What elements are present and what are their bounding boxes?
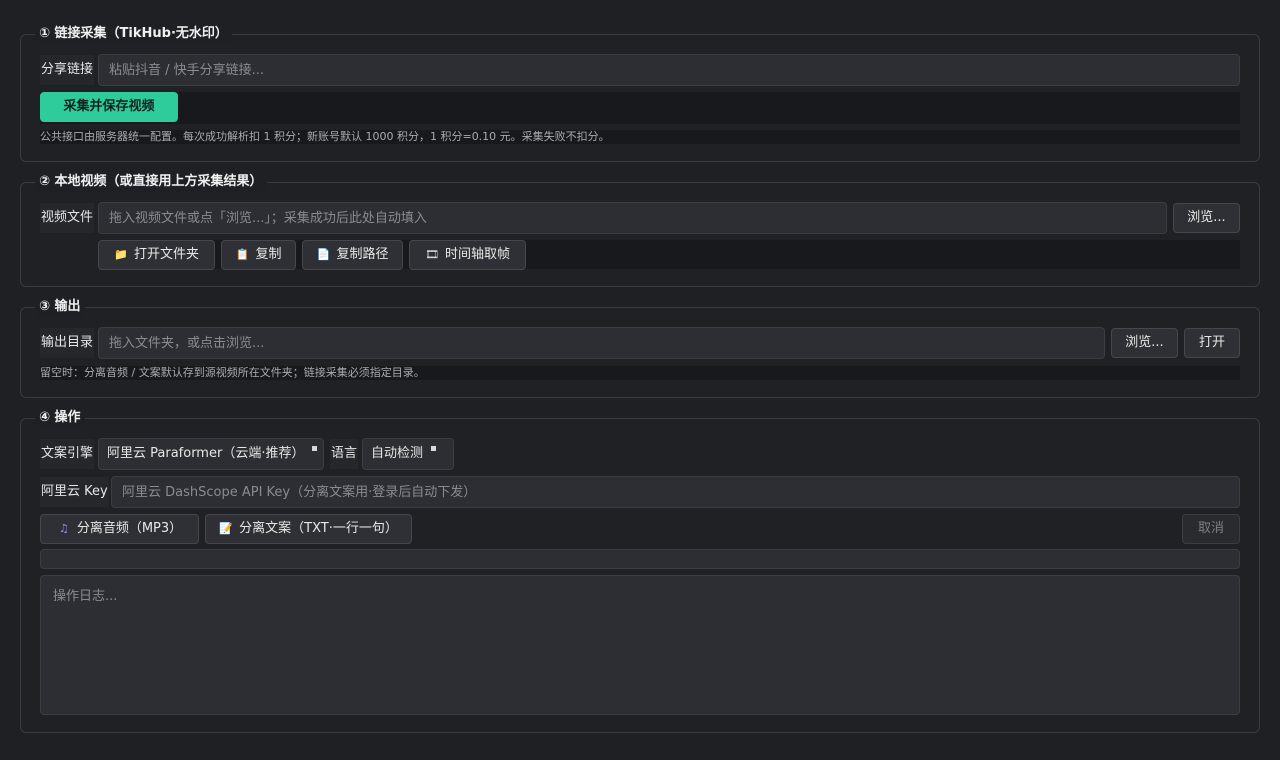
engine-select[interactable]: 阿里云 Paraformer（云端·推荐）	[98, 438, 324, 470]
output-open-button[interactable]: 打开	[1184, 328, 1240, 358]
output-note: 留空时：分离音频 / 文案默认存到源视频所在文件夹；链接采集必须指定目录。	[40, 366, 1240, 380]
folder-icon: 📁	[114, 248, 128, 261]
engine-select-value: 阿里云 Paraformer（云端·推荐）	[107, 446, 305, 461]
engine-label: 文案引擎	[40, 439, 95, 469]
link-collect-group: ① 链接采集（TikHub·无水印） 分享链接 采集并保存视频 公共接口由服务器…	[20, 24, 1260, 162]
output-browse-button[interactable]: 浏览...	[1111, 328, 1178, 358]
chevron-down-icon	[431, 446, 437, 451]
api-key-label: 阿里云 Key	[40, 477, 109, 507]
collect-button-row	[40, 92, 1240, 124]
api-key-input[interactable]	[111, 476, 1240, 508]
output-title: ③ 输出	[35, 297, 85, 317]
copy-label: 复制	[255, 247, 282, 262]
chevron-down-icon	[312, 446, 318, 451]
cancel-button[interactable]: 取消	[1182, 514, 1240, 544]
video-file-label: 视频文件	[40, 203, 95, 233]
video-file-input[interactable]	[98, 202, 1167, 234]
copy-button[interactable]: 📋 复制	[221, 240, 296, 270]
separate-text-button[interactable]: 📝 分离文案（TXT·一行一句）	[205, 514, 412, 544]
timeline-frame-button[interactable]: 🎞 时间轴取帧	[409, 240, 526, 270]
output-dir-input[interactable]	[98, 327, 1105, 359]
share-link-input[interactable]	[98, 54, 1240, 86]
share-link-label: 分享链接	[40, 55, 95, 85]
separate-audio-button[interactable]: ♫ 分离音频（MP3）	[40, 514, 199, 544]
language-select[interactable]: 自动检测	[362, 438, 454, 470]
operation-title: ④ 操作	[35, 408, 85, 428]
operation-group: ④ 操作 文案引擎 阿里云 Paraformer（云端·推荐） 语言 自动检测 …	[20, 408, 1260, 733]
document-icon: 📄	[316, 248, 331, 261]
language-label: 语言	[330, 439, 359, 469]
copy-path-label: 复制路径	[336, 247, 389, 262]
link-collect-title: ① 链接采集（TikHub·无水印）	[35, 24, 232, 44]
open-folder-button[interactable]: 📁 打开文件夹	[98, 240, 215, 270]
video-browse-button[interactable]: 浏览...	[1173, 203, 1240, 233]
clipboard-icon: 📋	[235, 248, 250, 261]
output-group: ③ 输出 输出目录 浏览... 打开 留空时：分离音频 / 文案默认存到源视频所…	[20, 297, 1260, 398]
copy-path-button[interactable]: 📄 复制路径	[302, 240, 403, 270]
timeline-frame-label: 时间轴取帧	[444, 247, 510, 262]
progress-bar	[40, 549, 1240, 569]
separate-text-label: 分离文案（TXT·一行一句）	[239, 521, 398, 536]
local-video-group: ② 本地视频（或直接用上方采集结果） 视频文件 浏览... 📁 打开文件夹 📋 复制…	[20, 172, 1260, 287]
open-folder-label: 打开文件夹	[133, 247, 199, 262]
memo-icon: 📝	[219, 522, 233, 535]
local-video-title: ② 本地视频（或直接用上方采集结果）	[35, 172, 267, 192]
output-dir-label: 输出目录	[40, 328, 95, 358]
operation-log[interactable]	[40, 575, 1240, 715]
music-note-icon: ♫	[58, 522, 69, 535]
separate-audio-label: 分离音频（MP3）	[76, 521, 183, 536]
collect-save-video-button[interactable]: 采集并保存视频	[40, 92, 178, 122]
collect-credit-note: 公共接口由服务器统一配置。每次成功解析扣 1 积分；新账号默认 1000 积分，…	[40, 130, 1240, 144]
language-select-value: 自动检测	[371, 446, 424, 461]
film-icon: 🎞	[425, 248, 439, 261]
